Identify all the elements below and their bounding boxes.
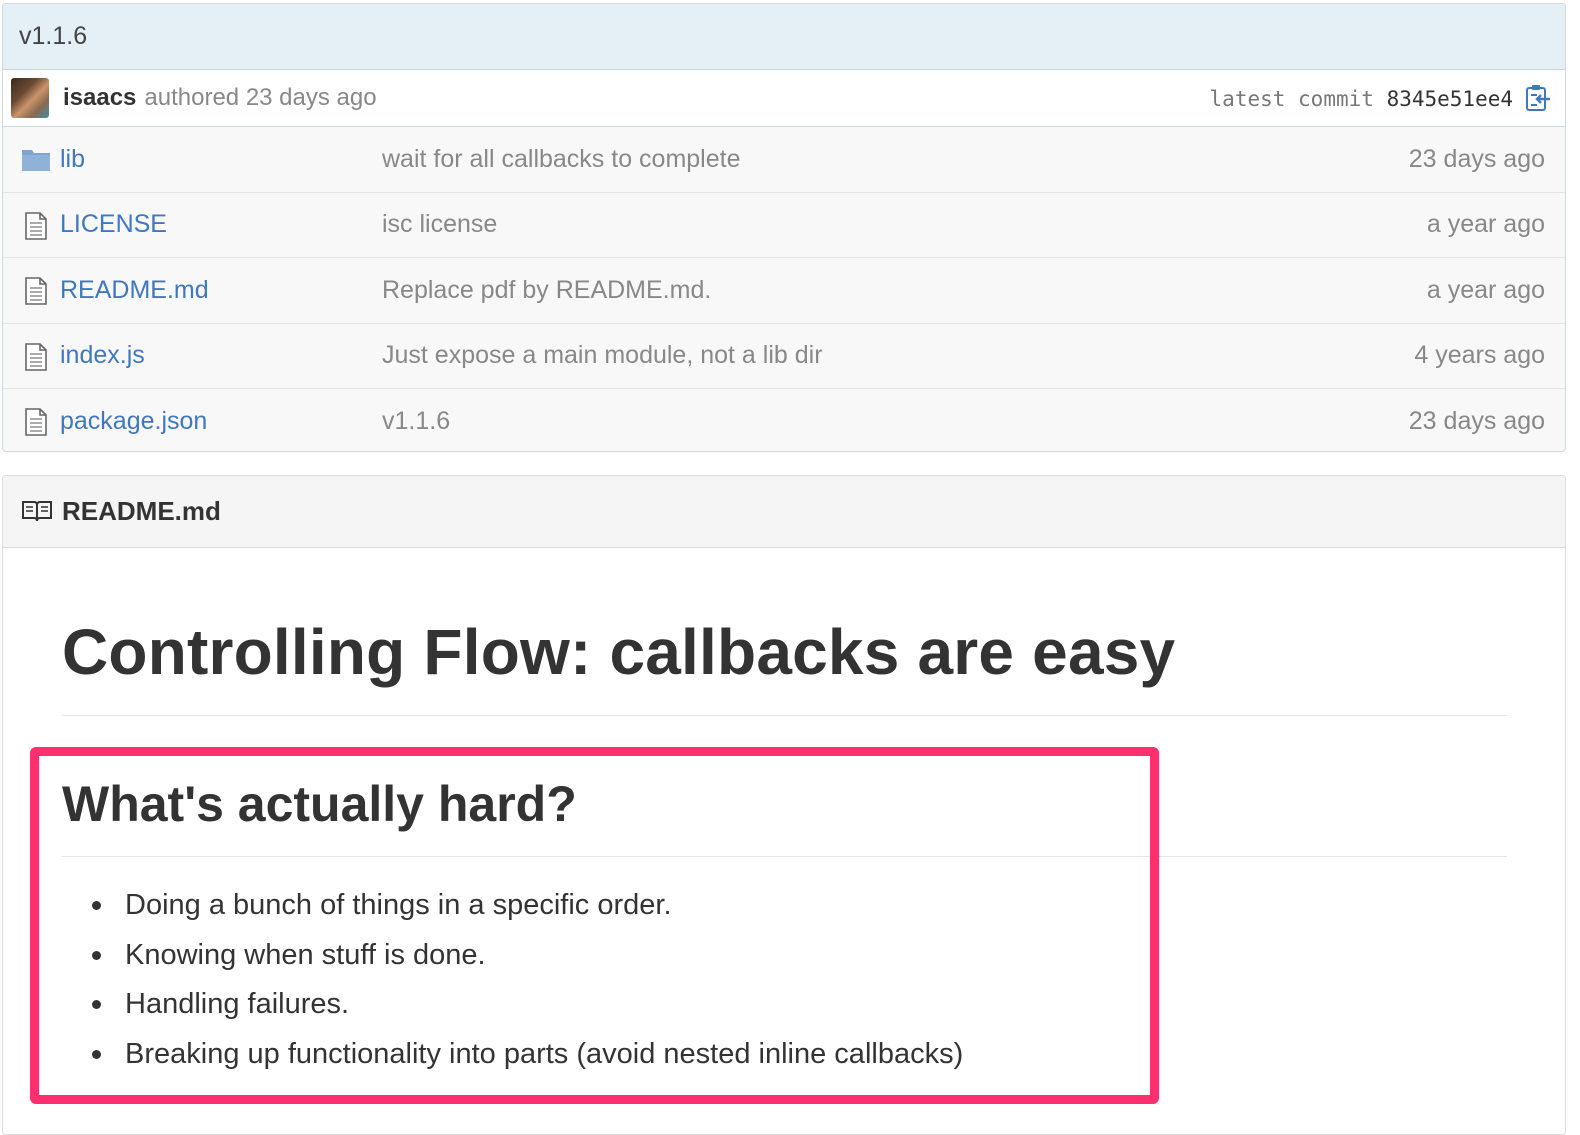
file-row[interactable]: lib wait for all callbacks to complete 23 … <box>3 127 1565 193</box>
heading-divider <box>62 715 1507 716</box>
list-item: Doing a bunch of things in a specific or… <box>2 885 963 935</box>
bullet-dot <box>92 950 101 960</box>
list-item-text: Handling failures. <box>125 988 350 1020</box>
commit-message-link[interactable]: Replace pdf by README.md. <box>382 276 711 305</box>
file-age: 4 years ago <box>1414 341 1545 370</box>
avatar[interactable] <box>11 78 49 118</box>
list-item: Handling failures. <box>2 984 963 1034</box>
commit-author[interactable]: isaacs <box>63 84 136 112</box>
file-icon <box>25 342 47 371</box>
file-icon <box>25 408 47 436</box>
file-name-link[interactable]: README.md <box>60 276 209 305</box>
file-row[interactable]: LICENSE isc license a year ago <box>3 193 1565 258</box>
file-age: 23 days ago <box>1408 407 1545 436</box>
bullet-dot <box>92 1000 101 1009</box>
file-age: 23 days ago <box>1408 144 1545 173</box>
file-name-link[interactable]: package.json <box>60 407 207 436</box>
commit-message-link[interactable]: Just expose a main module, not a lib dir <box>382 341 823 370</box>
branch-bar: v1.1.6 <box>3 4 1565 70</box>
file-icon <box>25 211 47 240</box>
file-row[interactable]: README.md Replace pdf by README.md. a year… <box>3 258 1565 324</box>
version-label: v1.1.6 <box>19 22 88 50</box>
file-age: a year ago <box>1426 275 1545 304</box>
commit-sha-link[interactable]: 8345e51ee4 <box>1387 87 1513 111</box>
file-list: lib wait for all callbacks to complete 23 … <box>3 127 1565 451</box>
commit-authored-text: authored 23 days ago <box>144 84 377 111</box>
file-name-link[interactable]: index.js <box>60 341 145 370</box>
commit-message-link[interactable]: v1.1.6 <box>382 407 450 436</box>
file-icon <box>25 277 47 305</box>
list-item: Breaking up functionality into parts (av… <box>2 1034 963 1084</box>
file-name-link[interactable]: lib <box>60 145 85 174</box>
latest-commit-label: latest commit <box>1209 87 1374 111</box>
commit-bar: isaacs authored 23 days ago latest commi… <box>3 70 1565 127</box>
list-item-text: Knowing when stuff is done. <box>125 938 486 971</box>
file-name-link[interactable]: LICENSE <box>60 210 167 239</box>
bullet-dot <box>92 901 101 910</box>
file-browser: v1.1.6 isaacs authored 23 days ago lates… <box>2 3 1566 452</box>
latest-commit: latest commit 8345e51ee4 <box>1210 87 1513 111</box>
folder-icon <box>22 150 50 171</box>
bullet-list: Doing a bunch of things in a specific or… <box>2 885 963 1083</box>
readme-heading-1: Controlling Flow: callbacks are easy <box>62 616 1176 688</box>
file-row[interactable]: package.json v1.1.6 23 days ago <box>3 389 1565 451</box>
file-age: a year ago <box>1426 210 1545 239</box>
bullet-dot <box>92 1049 101 1059</box>
file-row[interactable]: index.js Just expose a main module, not a… <box>3 324 1565 389</box>
list-item-text: Doing a bunch of things in a specific or… <box>125 889 672 921</box>
subheading-divider <box>62 856 1507 857</box>
list-item: Knowing when stuff is done. <box>2 935 963 985</box>
clipboard-icon[interactable] <box>1525 84 1551 112</box>
readme-content: Controlling Flow: callbacks are easy Wha… <box>2 475 1566 1126</box>
commit-message-link[interactable]: isc license <box>382 210 497 239</box>
commit-message-link[interactable]: wait for all callbacks to complete <box>382 145 740 174</box>
list-item-text: Breaking up functionality into parts (av… <box>125 1037 964 1070</box>
readme-heading-2: What's actually hard? <box>62 776 577 832</box>
